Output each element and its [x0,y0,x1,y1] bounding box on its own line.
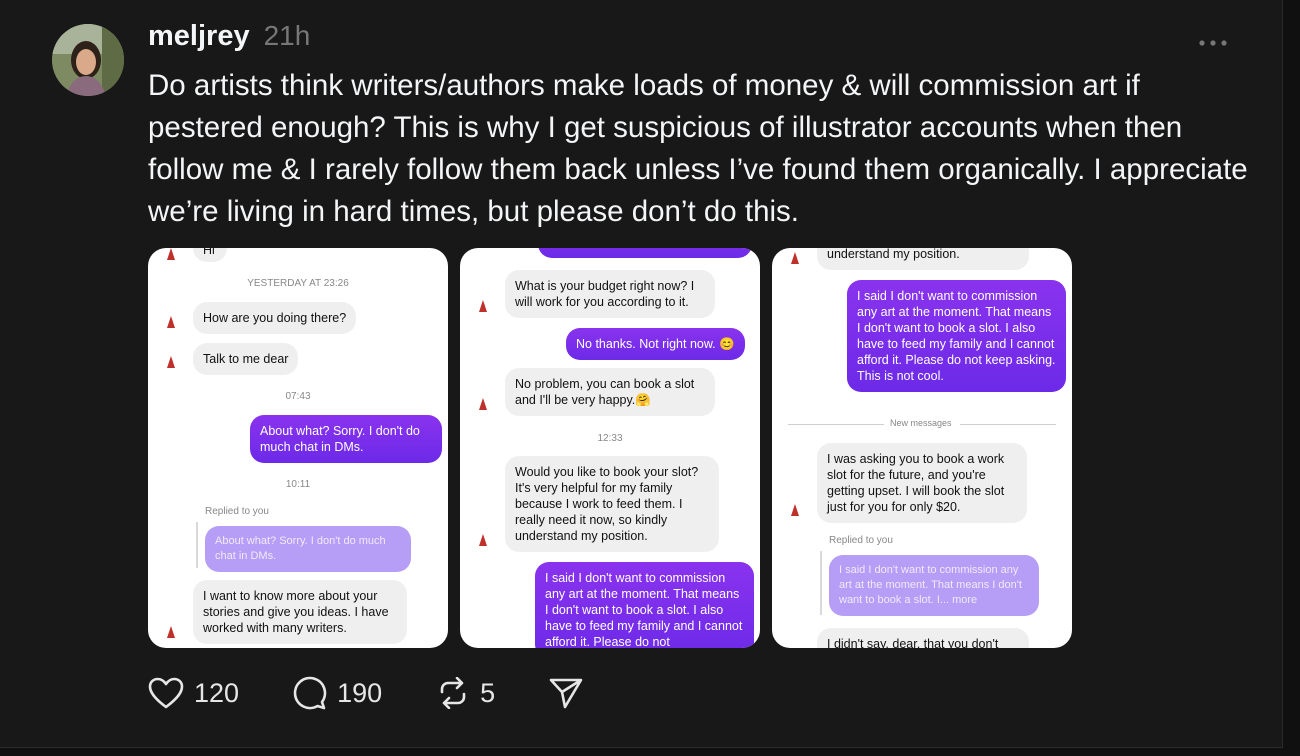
chat-bubble: Talk to me dear [193,343,299,375]
sender-avatar-icon [786,250,804,268]
avatar-photo [52,24,124,96]
new-messages-label: New messages [890,418,952,428]
reply-bar [196,522,198,568]
repost-button[interactable]: 5 [436,677,495,709]
timestamp: YESTERDAY AT 23:26 [247,278,349,289]
timestamp: 12:33 [597,433,623,444]
chat-bubble-outgoing: I said I don't want to commission any ar… [535,562,754,648]
screenshot-image-1[interactable]: Hi YESTERDAY AT 23:26 How are you doing … [148,248,448,648]
chat-bubble-outgoing: I said I don't want to commission any ar… [847,280,1066,392]
chat-bubble: I didn't say, dear, that you don't [817,628,1029,648]
chat-bubble: How are you doing there? [193,302,357,334]
post-text: Do artists think writers/authors make lo… [148,69,1248,228]
reply-bar [820,551,822,615]
chat-bubble: What is your budget right now? I will wo… [505,270,715,318]
chat-bubble-outgoing [538,248,752,258]
post-time: 21h [263,20,311,51]
sender-avatar-icon [162,248,180,264]
heart-icon [148,677,184,709]
more-icon[interactable] [1198,26,1228,54]
divider [788,424,884,425]
chat-bubble: I want to know more about your stories a… [193,580,407,644]
chat-bubble: Would you like to book your slot? It's v… [505,456,719,552]
comment-button[interactable]: 190 [293,676,382,710]
chat-bubble: Hi [193,248,227,262]
post-card[interactable]: meljrey 21h Do artists think writers/aut… [0,0,1283,748]
share-button[interactable] [549,677,583,709]
chat-bubble-outgoing: No thanks. Not right now. 😊 [566,328,745,360]
replied-label: Replied to you [829,535,893,546]
sender-avatar-icon [474,298,492,316]
avatar[interactable] [52,24,124,96]
reply-quote: About what? Sorry. I don't do much chat … [205,526,411,572]
screenshot-image-3[interactable]: understand my position. I said I don't w… [772,248,1072,648]
timestamp: 07:43 [285,391,311,402]
chat-bubble-outgoing: About what? Sorry. I don't do much chat … [250,415,442,463]
like-button[interactable]: 120 [148,677,239,709]
post-actions: 120 190 5 [148,676,637,710]
chat-bubble: understand my position. [817,248,1029,270]
sender-avatar-icon [786,502,804,520]
divider [960,424,1056,425]
username[interactable]: meljrey [148,20,250,53]
send-icon [549,678,583,709]
sender-avatar-icon [474,532,492,550]
comment-count: 190 [337,677,383,708]
like-count: 120 [194,677,240,708]
screenshot-image-2[interactable]: What is your budget right now? I will wo… [460,248,760,648]
reply-quote: I said I don't want to commission any ar… [829,555,1039,616]
sender-avatar-icon [474,396,492,414]
sender-avatar-icon [162,314,180,332]
chat-bubble: I was asking you to book a work slot for… [817,443,1027,523]
repost-count: 5 [480,677,496,708]
sender-avatar-icon [162,354,180,372]
timestamp: 10:11 [285,479,311,490]
chat-bubble: No problem, you can book a slot and I'll… [505,368,715,416]
repost-icon [440,677,466,709]
sender-avatar-icon [162,624,180,642]
replied-label: Replied to you [205,506,269,517]
comment-bubble-icon [293,676,327,710]
